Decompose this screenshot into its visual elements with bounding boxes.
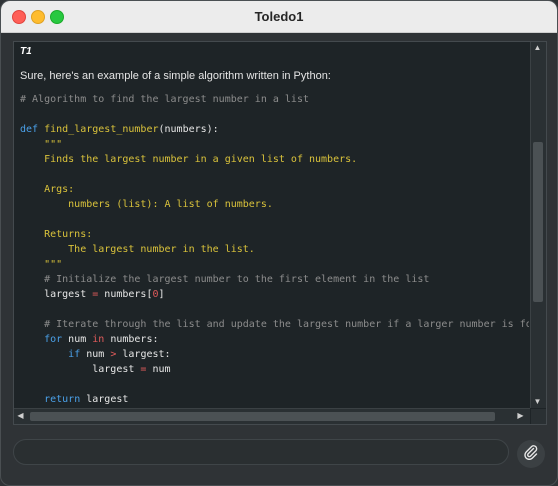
code-line: Returns: bbox=[20, 227, 529, 242]
code-line: Finds the largest number in a given list… bbox=[20, 152, 529, 167]
code-token: numbers (list): A list of numbers. bbox=[20, 199, 273, 210]
code-token: # Initialize the largest number to the f… bbox=[20, 274, 430, 285]
code-token: return bbox=[44, 394, 81, 405]
code-block: # Algorithm to find the largest number i… bbox=[20, 92, 529, 407]
code-token: Returns: bbox=[20, 229, 93, 240]
code-token: num bbox=[80, 349, 111, 360]
code-line: # Initialize the largest number to the f… bbox=[20, 272, 529, 287]
code-token: in bbox=[92, 334, 105, 345]
code-line: for num in numbers: bbox=[20, 332, 529, 347]
code-line: return largest bbox=[20, 392, 529, 407]
code-token: largest: bbox=[116, 349, 171, 360]
speaker-label: T1 bbox=[20, 46, 32, 57]
code-line: Args: bbox=[20, 182, 529, 197]
arrow-left-icon[interactable]: ◀ bbox=[14, 410, 27, 422]
code-token: largest bbox=[80, 394, 129, 405]
code-line: numbers (list): A list of numbers. bbox=[20, 197, 529, 212]
code-token: numbers[ bbox=[98, 289, 153, 300]
code-token: largest bbox=[20, 289, 93, 300]
code-token: Args: bbox=[20, 184, 75, 195]
attach-button[interactable] bbox=[517, 440, 545, 468]
title-bar: Toledo1 bbox=[1, 1, 557, 33]
code-token: for bbox=[44, 334, 63, 345]
code-token: ] bbox=[158, 289, 165, 300]
code-token: num bbox=[146, 364, 171, 375]
code-token: def bbox=[20, 124, 39, 135]
code-line: largest = numbers[0] bbox=[20, 287, 529, 302]
horizontal-scroll-thumb[interactable] bbox=[30, 412, 495, 421]
arrow-down-icon[interactable]: ▼ bbox=[531, 396, 544, 408]
chat-content: T1 Sure, here's an example of a simple a… bbox=[14, 42, 529, 408]
code-token: largest bbox=[20, 364, 141, 375]
assistant-message-intro: Sure, here's an example of a simple algo… bbox=[20, 70, 331, 82]
code-token: # Algorithm to find the largest number i… bbox=[20, 94, 309, 105]
code-line: The largest number in the list. bbox=[20, 242, 529, 257]
vertical-scrollbar[interactable]: ▲ ▼ bbox=[530, 42, 546, 408]
paperclip-icon bbox=[523, 444, 539, 465]
code-line: # Iterate through the list and update th… bbox=[20, 317, 529, 332]
code-line: def find_largest_number(numbers): bbox=[20, 122, 529, 137]
code-line: # Algorithm to find the largest number i… bbox=[20, 92, 529, 107]
code-line: """ bbox=[20, 257, 529, 272]
code-token: """ bbox=[20, 259, 63, 270]
code-line: largest = num bbox=[20, 362, 529, 377]
window-title: Toledo1 bbox=[254, 9, 304, 24]
message-input[interactable] bbox=[13, 439, 509, 465]
code-token: The largest number in the list. bbox=[20, 244, 255, 255]
code-token: if bbox=[68, 349, 81, 360]
code-token: (numbers): bbox=[158, 124, 219, 135]
horizontal-scrollbar[interactable]: ◀ ▶ bbox=[14, 408, 530, 424]
code-token: Finds the largest number in a given list… bbox=[20, 154, 358, 165]
arrow-up-icon[interactable]: ▲ bbox=[531, 42, 544, 54]
code-line: """ bbox=[20, 137, 529, 152]
code-token: numbers: bbox=[104, 334, 159, 345]
code-token: """ bbox=[20, 139, 63, 150]
code-token: # Iterate through the list and update th… bbox=[20, 319, 529, 330]
code-token: find_largest_number bbox=[44, 124, 159, 135]
scrollbar-corner bbox=[531, 409, 546, 424]
app-window: Toledo1 T1 Sure, here's an example of a … bbox=[0, 0, 558, 486]
arrow-right-icon[interactable]: ▶ bbox=[514, 410, 527, 422]
vertical-scroll-thumb[interactable] bbox=[533, 142, 543, 302]
code-line: if num > largest: bbox=[20, 347, 529, 362]
chat-transcript[interactable]: T1 Sure, here's an example of a simple a… bbox=[13, 41, 547, 425]
code-token: num bbox=[62, 334, 93, 345]
